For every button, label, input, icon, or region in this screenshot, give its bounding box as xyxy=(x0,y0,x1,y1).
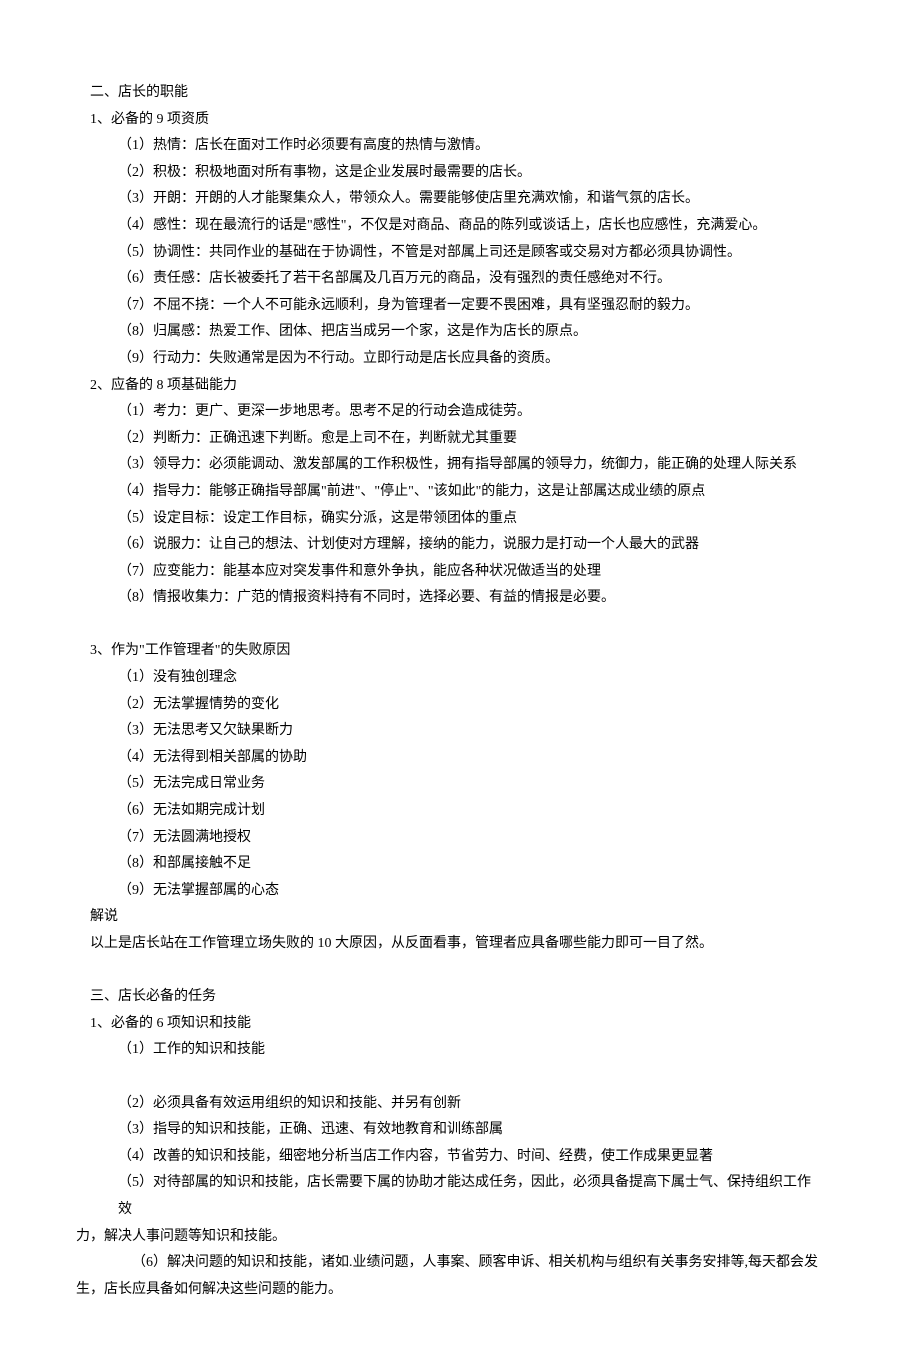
s2-p3-item-8: （8）和部属接触不足 xyxy=(90,851,820,878)
s2-p3-item-6: （6）无法如期完成计划 xyxy=(90,798,820,825)
s2-p3-item-5: （5）无法完成日常业务 xyxy=(90,771,820,798)
s3-p1-item-5b: 力，解决人事问题等知识和技能。 xyxy=(76,1224,820,1251)
s2-p2-item-8: （8）情报收集力：广范的情报资料持有不同时，选择必要、有益的情报是必要。 xyxy=(90,585,820,612)
s2-p1-item-1: （1）热情：店长在面对工作时必须要有高度的热情与激情。 xyxy=(90,133,820,160)
s2-p3-title: 3、作为"工作管理者"的失败原因 xyxy=(90,638,820,665)
s2-p3-explain-label: 解说 xyxy=(90,904,820,931)
s3-p1-item-2: （2）必须具备有效运用组织的知识和技能、并另有创新 xyxy=(90,1091,820,1118)
s3-p1-item-6b: 生，店长应具备如何解决这些问题的能力。 xyxy=(76,1277,820,1304)
s3-p1-item-1: （1）工作的知识和技能 xyxy=(90,1037,820,1064)
s3-p1-title: 1、必备的 6 项知识和技能 xyxy=(90,1011,820,1038)
s3-p1-item-5a: （5）对待部属的知识和技能，店长需要下属的协助才能达成任务，因此，必须具备提高下… xyxy=(90,1170,820,1223)
s2-p2-item-4: （4）指导力：能够正确指导部属"前进"、"停止"、"该如此"的能力，这是让部属达… xyxy=(90,479,820,506)
s2-p3-item-9: （9）无法掌握部属的心态 xyxy=(90,878,820,905)
s2-p1-item-9: （9）行动力：失败通常是因为不行动。立即行动是店长应具备的资质。 xyxy=(90,346,820,373)
s2-p3-item-3: （3）无法思考又欠缺果断力 xyxy=(90,718,820,745)
s2-p3-item-1: （1）没有独创理念 xyxy=(90,665,820,692)
s2-p3-explain-text: 以上是店长站在工作管理立场失败的 10 大原因，从反面看事，管理者应具备哪些能力… xyxy=(90,931,820,958)
s2-p2-item-6: （6）说服力：让自己的想法、计划使对方理解，接纳的能力，说服力是打动一个人最大的… xyxy=(90,532,820,559)
s2-p1-item-7: （7）不屈不挠：一个人不可能永远顺利，身为管理者一定要不畏困难，具有坚强忍耐的毅… xyxy=(90,293,820,320)
s2-p1-item-8: （8）归属感：热爱工作、团体、把店当成另一个家，这是作为店长的原点。 xyxy=(90,319,820,346)
s3-p1-item-3: （3）指导的知识和技能，正确、迅速、有效地教育和训练部属 xyxy=(90,1117,820,1144)
s2-p2-item-3: （3）领导力：必须能调动、激发部属的工作积极性，拥有指导部属的领导力，统御力，能… xyxy=(90,452,820,479)
s2-p2-title: 2、应备的 8 项基础能力 xyxy=(90,373,820,400)
s2-p3-item-2: （2）无法掌握情势的变化 xyxy=(90,692,820,719)
s2-p1-item-4: （4）感性：现在最流行的话是"感性"，不仅是对商品、商品的陈列或谈话上，店长也应… xyxy=(90,213,820,240)
s2-p3-item-7: （7）无法圆满地授权 xyxy=(90,825,820,852)
s2-p1-item-3: （3）开朗：开朗的人才能聚集众人，带领众人。需要能够使店里充满欢愉，和谐气氛的店… xyxy=(90,186,820,213)
s2-p2-item-1: （1）考力：更广、更深一步地思考。思考不足的行动会造成徒劳。 xyxy=(90,399,820,426)
s3-p1-item-4: （4）改善的知识和技能，细密地分析当店工作内容，节省劳力、时间、经费，使工作成果… xyxy=(90,1144,820,1171)
s2-p2-item-5: （5）设定目标：设定工作目标，确实分派，这是带领团体的重点 xyxy=(90,506,820,533)
s2-p2-item-2: （2）判断力：正确迅速下判断。愈是上司不在，判断就尤其重要 xyxy=(90,426,820,453)
s2-p1-title: 1、必备的 9 项资质 xyxy=(90,107,820,134)
s3-p1-item-6a: （6）解决问题的知识和技能，诸如.业绩问题，人事案、顾客申诉、相关机构与组织有关… xyxy=(90,1250,820,1277)
s2-p1-item-2: （2）积极：积极地面对所有事物，这是企业发展时最需要的店长。 xyxy=(90,160,820,187)
s2-p2-item-7: （7）应变能力：能基本应对突发事件和意外争执，能应各种状况做适当的处理 xyxy=(90,559,820,586)
section-2-title: 二、店长的职能 xyxy=(90,80,820,107)
s2-p1-item-6: （6）责任感：店长被委托了若干名部属及几百万元的商品，没有强烈的责任感绝对不行。 xyxy=(90,266,820,293)
section-3-title: 三、店长必备的任务 xyxy=(90,984,820,1011)
s2-p1-item-5: （5）协调性：共同作业的基础在于协调性，不管是对部属上司还是顾客或交易对方都必须… xyxy=(90,240,820,267)
s2-p3-item-4: （4）无法得到相关部属的协助 xyxy=(90,745,820,772)
